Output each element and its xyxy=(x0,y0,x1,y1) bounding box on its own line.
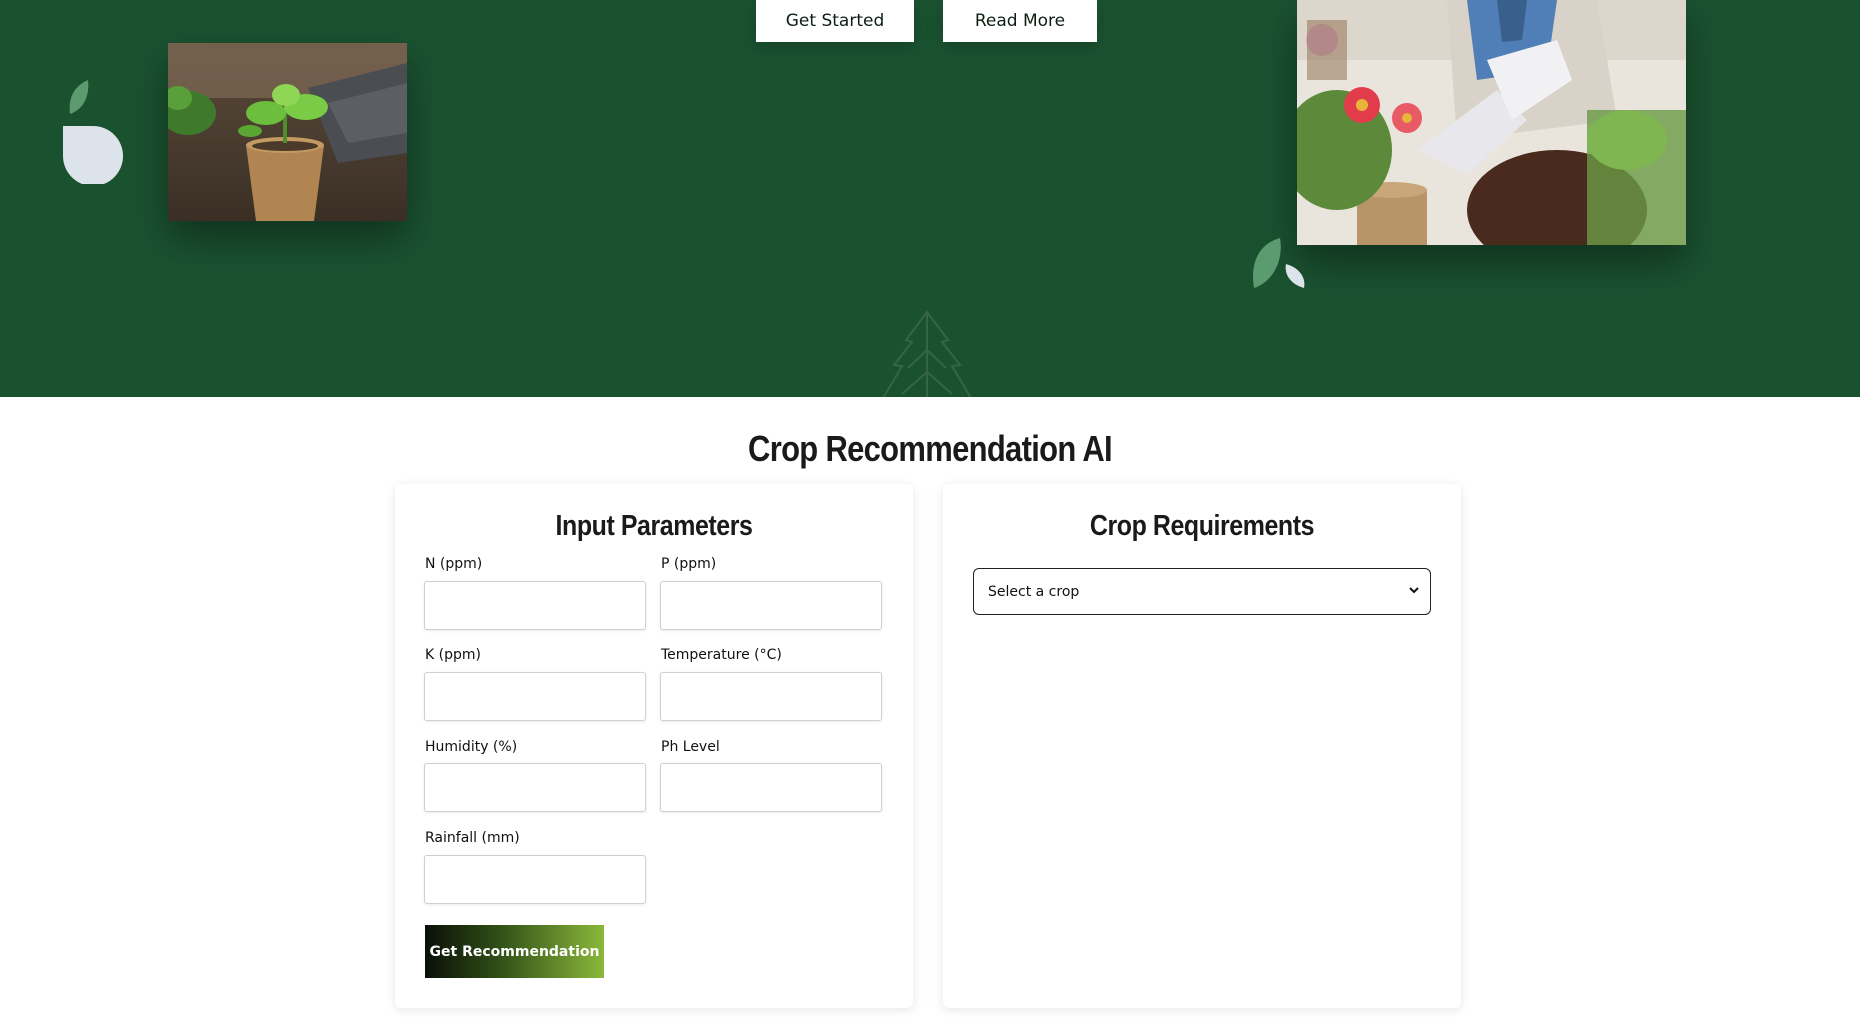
k-label: K (ppm) xyxy=(425,647,481,663)
input-parameters-card: Input Parameters N (ppm) P (ppm) K (ppm)… xyxy=(395,484,913,1008)
get-recommendation-button[interactable]: Get Recommendation xyxy=(425,925,604,978)
read-more-button[interactable]: Read More xyxy=(943,0,1097,42)
leaf-drop-decoration-icon xyxy=(63,80,123,184)
humidity-label: Humidity (%) xyxy=(425,739,518,755)
hero-section: Get Started Read More xyxy=(0,0,1860,397)
ph-level-input[interactable] xyxy=(660,763,882,812)
page-title: Crop Recommendation AI xyxy=(748,428,1113,469)
gardener-with-flowers-photo xyxy=(1297,0,1686,245)
n-label: N (ppm) xyxy=(425,556,483,572)
crop-select-dropdown[interactable]: Select a crop xyxy=(973,568,1431,615)
p-input[interactable] xyxy=(660,581,882,630)
p-label: P (ppm) xyxy=(661,556,717,572)
rainfall-input[interactable] xyxy=(424,855,646,904)
get-started-button[interactable]: Get Started xyxy=(756,0,914,42)
temperature-label: Temperature (°C) xyxy=(661,647,782,663)
input-parameters-title: Input Parameters xyxy=(555,510,753,542)
crop-requirements-card: Crop Requirements Select a crop xyxy=(943,484,1461,1008)
crop-requirements-title: Crop Requirements xyxy=(1089,510,1315,542)
seedling-in-peat-pot-photo xyxy=(168,43,407,221)
n-input[interactable] xyxy=(424,581,646,630)
leaf-outline-decoration-icon xyxy=(882,310,972,397)
humidity-input[interactable] xyxy=(424,763,646,812)
k-input[interactable] xyxy=(424,672,646,721)
rainfall-label: Rainfall (mm) xyxy=(425,830,520,846)
temperature-input[interactable] xyxy=(660,672,882,721)
ph-level-label: Ph Level xyxy=(661,739,720,755)
crop-select-value: Select a crop xyxy=(988,583,1080,600)
chevron-down-icon xyxy=(1409,587,1419,594)
leaf-pair-decoration-icon xyxy=(1253,238,1305,288)
